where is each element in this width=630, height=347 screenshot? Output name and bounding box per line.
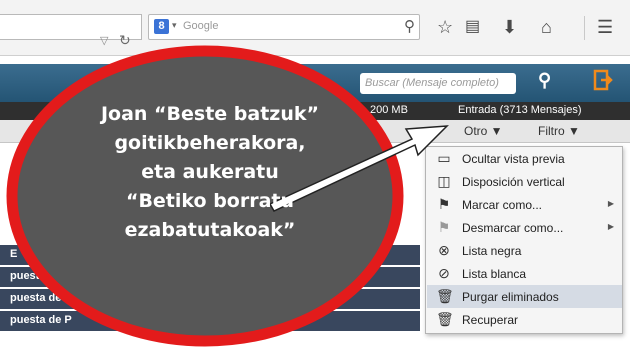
callout-text: Joan “Beste batzuk” goitikbeherakora, et… [60, 100, 360, 245]
callout-line: Joan “Beste batzuk” [100, 103, 320, 125]
callout-line: “Betiko borratu [125, 190, 295, 212]
callout-line: eta aukeratu [141, 161, 279, 183]
callout-line: goitikbeherakora, [114, 132, 306, 154]
callout-line: ezabatutakoak” [124, 219, 296, 241]
